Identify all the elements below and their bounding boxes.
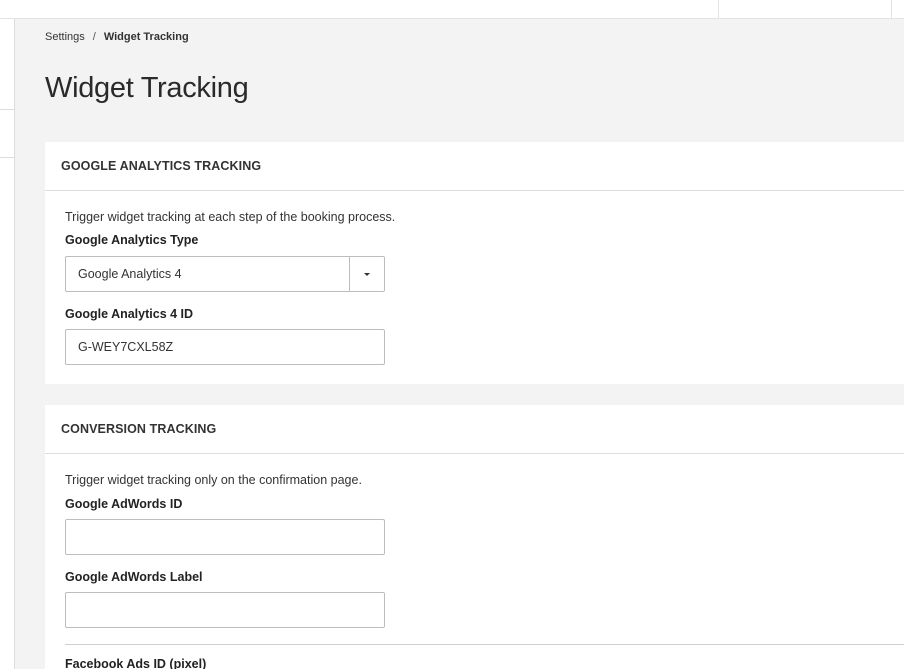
- dropdown-toggle-button[interactable]: [349, 257, 384, 291]
- conversion-tracking-header: CONVERSION TRACKING: [45, 405, 904, 454]
- adwords-id-label: Google AdWords ID: [65, 497, 183, 511]
- top-bar-divider: [718, 0, 719, 18]
- conversion-tracking-card: CONVERSION TRACKING Trigger widget track…: [45, 405, 904, 669]
- google-analytics-type-label: Google Analytics Type: [65, 233, 199, 247]
- top-bar-divider: [891, 0, 892, 18]
- google-analytics-id-label: Google Analytics 4 ID: [65, 307, 194, 321]
- section-divider: [65, 644, 904, 645]
- google-analytics-id-input[interactable]: [65, 329, 385, 365]
- top-bar: [0, 0, 904, 19]
- adwords-label-input[interactable]: [65, 592, 385, 628]
- left-nav: [0, 19, 15, 669]
- adwords-id-input[interactable]: [65, 519, 385, 555]
- google-analytics-type-value: Google Analytics 4: [78, 267, 182, 281]
- left-nav-divider: [0, 157, 15, 158]
- breadcrumb: Settings / Widget Tracking: [45, 31, 189, 43]
- page-title: Widget Tracking: [45, 72, 249, 104]
- left-nav-divider: [0, 109, 15, 110]
- google-analytics-description: Trigger widget tracking at each step of …: [65, 210, 396, 224]
- breadcrumb-settings-link[interactable]: Settings: [45, 31, 85, 43]
- breadcrumb-current: Widget Tracking: [103, 31, 189, 43]
- breadcrumb-separator: /: [92, 31, 96, 43]
- conversion-tracking-description: Trigger widget tracking only on the conf…: [65, 473, 362, 487]
- caret-down-icon: [364, 272, 370, 276]
- facebook-ads-id-label: Facebook Ads ID (pixel): [65, 657, 207, 669]
- adwords-label-label: Google AdWords Label: [65, 570, 203, 584]
- google-analytics-type-select[interactable]: Google Analytics 4: [65, 256, 385, 292]
- google-analytics-header: GOOGLE ANALYTICS TRACKING: [45, 142, 904, 191]
- google-analytics-card: GOOGLE ANALYTICS TRACKING Trigger widget…: [45, 142, 904, 384]
